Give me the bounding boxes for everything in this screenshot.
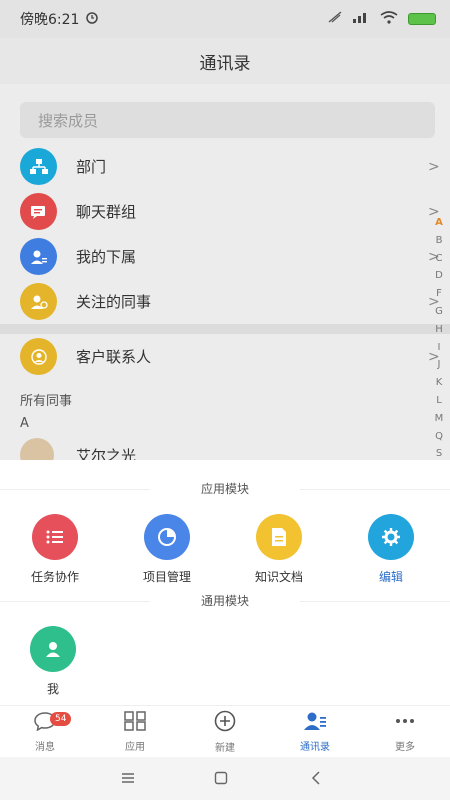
tab-label: 更多 xyxy=(395,742,415,753)
search-input[interactable]: 搜索成员 xyxy=(20,102,435,138)
menu-label-chat-groups: 聊天群组 xyxy=(76,203,137,221)
menu-row-subordinates[interactable]: 我的下属 > xyxy=(0,234,440,279)
status-time-group: 傍晚6:21 xyxy=(20,9,99,29)
system-nav-bar xyxy=(0,757,450,800)
menu-label-subordinates: 我的下属 xyxy=(76,248,137,266)
chevron-right-icon: > xyxy=(428,158,440,175)
status-time: 傍晚6:21 xyxy=(20,12,80,28)
module-label: 编辑 xyxy=(378,570,403,584)
index-letter[interactable]: M xyxy=(435,410,444,428)
tab-contacts[interactable]: 通讯录 xyxy=(270,706,360,758)
tab-label: 消息 xyxy=(35,742,55,753)
subordinate-icon xyxy=(20,238,57,275)
tab-label: 通讯录 xyxy=(300,742,330,753)
tab-more[interactable]: 更多 xyxy=(360,706,450,758)
menu-row-followed-colleagues[interactable]: 关注的同事 > xyxy=(0,279,440,324)
menu-row-customer-contacts[interactable]: 客户联系人 > xyxy=(0,334,440,379)
index-letter[interactable]: C xyxy=(436,250,443,268)
customer-contact-icon xyxy=(20,338,57,375)
index-letter[interactable]: Q xyxy=(435,428,443,446)
signal-icon xyxy=(352,11,370,27)
index-letter[interactable]: J xyxy=(438,356,441,374)
index-letter[interactable]: F xyxy=(436,285,442,303)
menu-icon[interactable] xyxy=(116,767,140,789)
gear-icon xyxy=(368,514,414,560)
all-colleagues-header: 所有同事 xyxy=(20,394,73,409)
menu-label-followed-colleagues: 关注的同事 xyxy=(76,293,152,311)
person-icon xyxy=(30,626,76,672)
avatar xyxy=(20,438,54,460)
contacts-area: 搜索成员 部门 > 聊天群组 > 我的下属 > 关注的同事 > 客户联系人 > xyxy=(0,84,450,460)
index-letter[interactable]: H xyxy=(435,321,443,339)
page-title-bar: 通讯录 xyxy=(0,38,450,84)
back-icon[interactable] xyxy=(304,767,328,789)
tab-label: 新建 xyxy=(215,743,235,754)
tab-label: 应用 xyxy=(125,742,145,753)
wifi-icon xyxy=(380,10,398,28)
module-sheet: 应用模块 任务协作 项目管理 知识文档 编辑 通用模块 我 xyxy=(0,460,450,705)
contact-row[interactable]: 艾尔之光 xyxy=(20,438,137,461)
status-bar: 傍晚6:21 xyxy=(0,0,450,38)
index-letter[interactable]: G xyxy=(435,303,443,321)
index-letter[interactable]: L xyxy=(436,392,442,410)
module-label: 我 xyxy=(46,682,59,696)
module-edit[interactable]: 编辑 xyxy=(346,514,436,585)
followed-colleague-icon xyxy=(20,283,57,320)
module-label: 知识文档 xyxy=(254,570,303,584)
contacts-icon xyxy=(303,711,327,735)
unread-badge: 54 xyxy=(50,712,72,726)
page-title: 通讯录 xyxy=(199,53,251,74)
contact-name: 艾尔之光 xyxy=(76,446,137,461)
alarm-icon xyxy=(85,10,99,28)
module-knowledge-docs[interactable]: 知识文档 xyxy=(234,514,324,585)
index-letter[interactable]: B xyxy=(436,232,443,250)
index-letter[interactable]: K xyxy=(436,374,443,392)
battery-icon xyxy=(408,13,436,25)
index-letter[interactable]: D xyxy=(435,267,443,285)
alphabet-index-bar[interactable]: A B C D F G H I J K L M Q S xyxy=(432,214,446,463)
more-dots-icon xyxy=(394,711,416,735)
vibrate-icon xyxy=(328,11,342,27)
bottom-tab-bar: 54 消息 应用 新建 通讯录 更多 xyxy=(0,705,450,757)
pie-chart-icon xyxy=(144,514,190,560)
index-letter[interactable]: I xyxy=(438,339,441,357)
section-divider xyxy=(0,324,450,334)
status-icons xyxy=(328,10,436,28)
tab-new[interactable]: 新建 xyxy=(180,706,270,758)
menu-row-department[interactable]: 部门 > xyxy=(0,144,440,189)
home-icon[interactable] xyxy=(209,767,233,789)
module-task-collaboration[interactable]: 任务协作 xyxy=(10,514,100,585)
app-modules-title: 应用模块 xyxy=(0,480,450,497)
document-icon xyxy=(256,514,302,560)
tab-messages[interactable]: 54 消息 xyxy=(0,706,90,758)
common-modules-title: 通用模块 xyxy=(0,592,450,609)
apps-grid-icon xyxy=(124,711,146,735)
menu-label-department: 部门 xyxy=(76,158,107,176)
menu-row-chat-groups[interactable]: 聊天群组 > xyxy=(0,189,440,234)
plus-circle-icon xyxy=(214,710,236,736)
task-list-icon xyxy=(32,514,78,560)
org-chart-icon xyxy=(20,148,57,185)
tab-apps[interactable]: 应用 xyxy=(90,706,180,758)
module-label: 项目管理 xyxy=(142,570,191,584)
module-me[interactable]: 我 xyxy=(8,626,98,697)
module-label: 任务协作 xyxy=(30,570,79,584)
menu-label-customer-contacts: 客户联系人 xyxy=(76,348,152,366)
module-project-management[interactable]: 项目管理 xyxy=(122,514,212,585)
chat-icon xyxy=(20,193,57,230)
index-letter[interactable]: A xyxy=(435,214,443,232)
letter-group-header: A xyxy=(20,416,29,431)
